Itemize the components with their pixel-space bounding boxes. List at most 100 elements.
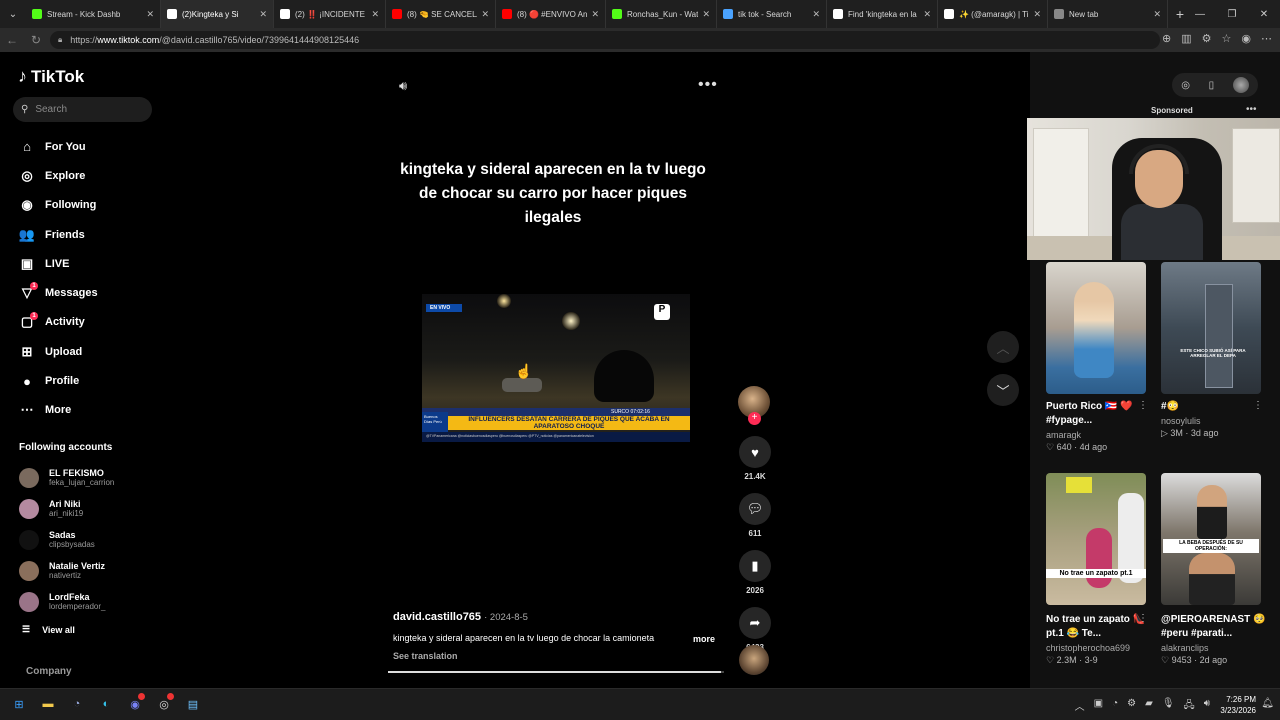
edge-icon[interactable]: ◐ [95, 693, 117, 715]
close-tab-icon[interactable]: ✕ [146, 9, 154, 20]
file-explorer-icon[interactable]: ▬ [37, 693, 59, 715]
video-progress-bar[interactable] [388, 671, 724, 673]
heart-icon[interactable]: ♥ [739, 436, 771, 468]
sidebar-item-messages[interactable]: ▽ Messages 1 [0, 278, 160, 307]
more-button[interactable]: more [693, 634, 715, 644]
sidebar-item-for-you[interactable]: ⌂ For You [0, 132, 160, 161]
nvidia-icon[interactable]: ▰ [1145, 698, 1153, 715]
refresh-icon[interactable]: ↻ [24, 33, 48, 47]
following-account[interactable]: Sadas clipsbysadas [19, 524, 159, 555]
split-screen-icon[interactable]: ▥ [1181, 32, 1191, 45]
browser-tab[interactable]: Ronchas_Kun - Wat ✕ [606, 0, 717, 28]
suggested-video-meta[interactable]: @PIEROARENAST 🥺 #peru #parati... alakran… [1161, 613, 1271, 666]
company-link[interactable]: Company [26, 666, 72, 677]
close-tab-icon[interactable]: ✕ [812, 9, 820, 20]
extensions-icon[interactable]: ⚙ [1202, 32, 1212, 45]
card-menu-icon[interactable]: ⋮ [1253, 400, 1263, 411]
windows-start-icon[interactable]: ⊞ [8, 693, 30, 715]
profile-icon[interactable]: ◉ [1241, 32, 1251, 45]
comment-icon[interactable]: 💬︎ [739, 493, 771, 525]
view-all-link[interactable]: ☰ View all [22, 624, 75, 635]
video-player[interactable]: EN VIVO P SURCO 07:02:16 Buenos Días Per… [422, 294, 690, 442]
browser-tab[interactable]: (2) ‼️ ¡INCIDENTE E ✕ [274, 0, 386, 28]
tray-app-icon[interactable]: ▣ [1094, 698, 1103, 715]
system-clock[interactable]: 7:26 PM 3/23/2026 [1220, 694, 1256, 716]
video-options-icon[interactable]: ••• [698, 76, 718, 94]
device-icon[interactable]: ▯ [1209, 80, 1215, 91]
steam-tray-icon[interactable]: ◔ [1112, 698, 1118, 715]
suggested-video-meta[interactable]: Puerto Rico 🇵🇷 ❤️ #fypage... amaragk ♡ 6… [1046, 400, 1156, 453]
browser-tab[interactable]: Find 'kingteka en la ✕ [827, 0, 938, 28]
suggested-video-meta[interactable]: No trae un zapato 👠 pt.1 😂 Te... christo… [1046, 613, 1156, 666]
minimize-icon[interactable]: — [1184, 0, 1216, 28]
following-account[interactable]: EL FEKISMO feka_lujan_carrion [19, 462, 159, 493]
sidebar-item-friends[interactable]: 👥 Friends [0, 220, 160, 249]
sponsored-menu-icon[interactable]: ••• [1246, 104, 1257, 115]
app-available-icon[interactable]: ⊕ [1162, 32, 1171, 45]
obs-icon[interactable]: ◎ [153, 693, 175, 715]
sidebar-item-activity[interactable]: ▢ Activity 1 [0, 308, 160, 337]
browser-tab[interactable]: ✨ (@amaragk) | Ti ✕ [938, 0, 1048, 28]
sidebar-item-live[interactable]: ▣ LIVE [0, 249, 160, 278]
sidebar-item-profile[interactable]: ● Profile [0, 366, 160, 395]
close-tab-icon[interactable]: ✕ [923, 9, 931, 20]
follow-plus-icon[interactable]: + [748, 412, 761, 425]
close-tab-icon[interactable]: ✕ [481, 9, 489, 20]
favorites-icon[interactable]: ☆ [1222, 32, 1232, 45]
browser-tab[interactable]: (8) 🤏 SE CANCELA ✕ [386, 0, 496, 28]
volume-icon[interactable]: 🔊︎ [399, 78, 407, 94]
share-icon[interactable]: ➦ [739, 607, 771, 639]
sidebar-item-explore[interactable]: ◎ Explore [0, 161, 160, 190]
browser-tab[interactable]: tik tok - Search ✕ [717, 0, 827, 28]
speaker-icon[interactable]: 🔊︎ [1204, 698, 1210, 715]
sidebar-item-more[interactable]: ⋯ More [0, 396, 160, 425]
steam-icon[interactable]: ◔ [66, 693, 88, 715]
user-avatar[interactable] [1232, 77, 1249, 93]
network-icon[interactable]: 🖧 [1184, 698, 1195, 715]
sidebar-item-following[interactable]: ◉ Following [0, 191, 160, 220]
sidebar-item-upload[interactable]: ⊞ Upload [0, 337, 160, 366]
following-account[interactable]: Natalie Vertiz nativertiz [19, 555, 159, 586]
suggested-video-thumb[interactable]: LA BEBA DESPUÉS DE SU OPERACIÓN: [1161, 473, 1261, 605]
following-account[interactable]: Ari Niki ari_niki19 [19, 493, 159, 524]
notification-bell-icon[interactable]: 🔔︎ [1261, 698, 1274, 709]
suggested-video-thumb[interactable] [1046, 262, 1146, 394]
next-video-button[interactable]: ﹀ [987, 374, 1019, 406]
suggested-video-thumb[interactable]: ESTE CHICO SUBIÓ ASÍ PARA ARREGLAR EL DE… [1161, 262, 1261, 394]
tab-actions-menu-icon[interactable]: ⌄ [0, 0, 26, 28]
card-menu-icon[interactable]: ⋮ [1253, 613, 1263, 624]
card-menu-icon[interactable]: ⋮ [1138, 400, 1148, 411]
music-disc-avatar[interactable] [739, 645, 769, 675]
url-field[interactable]: 🔒︎ https://www.tiktok.com/@david.castill… [50, 31, 1160, 49]
search-input[interactable]: ⚲ Search [13, 97, 152, 122]
card-menu-icon[interactable]: ⋮ [1138, 613, 1148, 624]
coin-icon[interactable]: ◎ [1181, 80, 1190, 91]
close-tab-icon[interactable]: ✕ [1153, 9, 1161, 20]
browser-tab[interactable]: New tab ✕ [1048, 0, 1168, 28]
discord-icon[interactable]: ◉ [124, 693, 146, 715]
restore-icon[interactable]: ❐ [1216, 0, 1248, 28]
browser-tab[interactable]: (2)Kingteka y Si ✕ [161, 0, 274, 28]
close-tab-icon[interactable]: ✕ [702, 9, 710, 20]
previous-video-button[interactable]: ︿ [987, 331, 1019, 363]
video-author[interactable]: david.castillo765 · 2024-8-5 [393, 611, 528, 623]
close-tab-icon[interactable]: ✕ [591, 9, 599, 20]
bookmark-icon[interactable]: ▮ [739, 550, 771, 582]
close-tab-icon[interactable]: ✕ [1033, 9, 1041, 20]
close-window-icon[interactable]: ✕ [1248, 0, 1280, 28]
suggested-video-meta[interactable]: #😳 nosoylulis ▷ 3M · 3d ago ⋮ [1161, 400, 1271, 439]
following-account[interactable]: LordFeka lordemperador_ [19, 586, 159, 617]
microphone-icon[interactable]: 🎙︎ [1162, 698, 1175, 715]
close-tab-icon[interactable]: ✕ [371, 9, 379, 20]
suggested-video-thumb[interactable]: No trae un zapato pt.1 [1046, 473, 1146, 605]
browser-tab[interactable]: Stream - Kick Dashb ✕ [26, 0, 161, 28]
see-translation-link[interactable]: See translation [393, 651, 458, 661]
back-icon[interactable]: ← [0, 33, 24, 47]
tiktok-logo[interactable]: ♪ TikTok [18, 66, 84, 87]
browser-tab[interactable]: (8) 🔴 #ENVIVO Ant ✕ [496, 0, 606, 28]
tray-app-icon[interactable]: ⚙ [1127, 698, 1136, 715]
browser-menu-icon[interactable]: ⋯ [1261, 32, 1272, 45]
chevron-up-icon[interactable]: ︿ [1075, 698, 1085, 715]
notepad-icon[interactable]: ▤ [182, 693, 204, 715]
creator-avatar[interactable]: + [738, 386, 770, 425]
